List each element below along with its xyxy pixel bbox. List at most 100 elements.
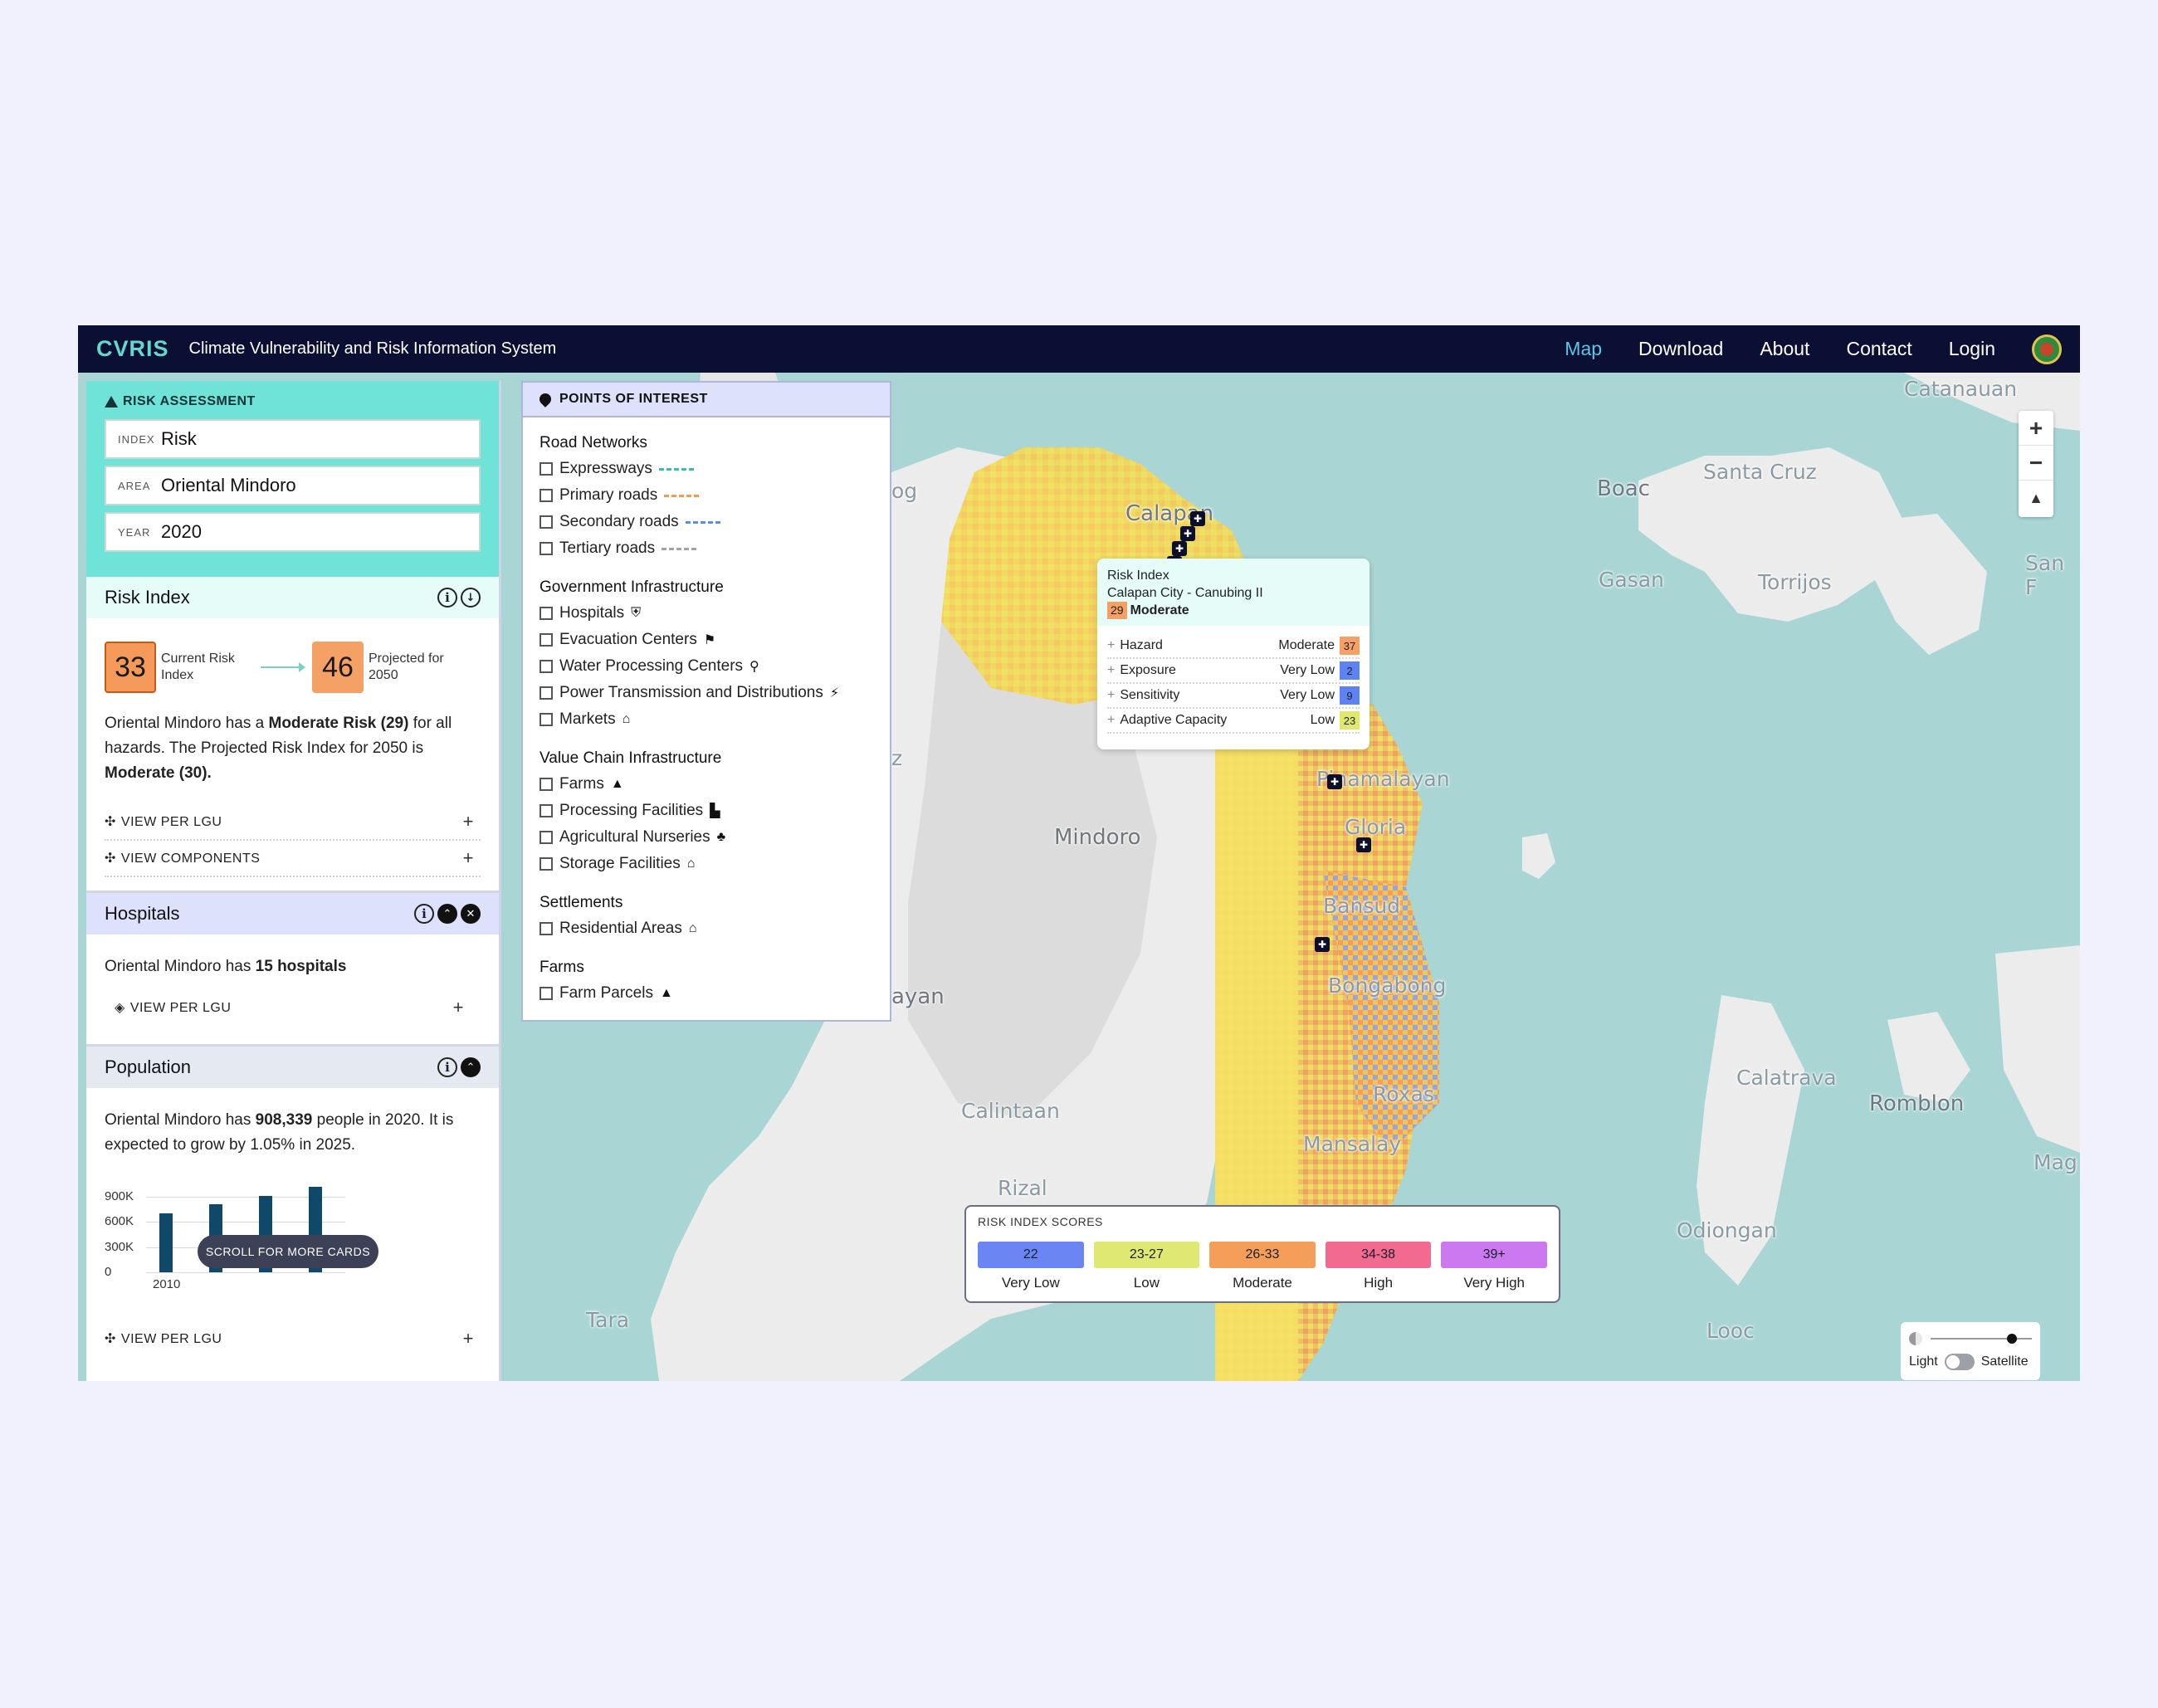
- nav-login[interactable]: Login: [1949, 338, 1995, 360]
- poi-checkbox-item[interactable]: Farm Parcels ▲: [540, 980, 873, 1007]
- hospital-marker-icon[interactable]: ✚: [1356, 837, 1371, 852]
- compass-north-button[interactable]: ▲: [2019, 481, 2053, 515]
- legend-title: RISK INDEX SCORES: [978, 1215, 1103, 1228]
- population-bar[interactable]: [159, 1213, 173, 1272]
- poi-type-icon: ⌂: [686, 856, 696, 871]
- nav-contact[interactable]: Contact: [1846, 338, 1911, 360]
- y-tick-label: 300K: [105, 1239, 134, 1254]
- opacity-slider-handle[interactable]: [2006, 1334, 2017, 1344]
- map-label-roxas: Roxas: [1373, 1082, 1434, 1106]
- checkbox[interactable]: [540, 462, 553, 476]
- poi-checkbox-item[interactable]: Farms ▲: [540, 771, 873, 798]
- map-label-odiongan: Odiongan: [1677, 1218, 1777, 1242]
- checkbox[interactable]: [540, 778, 553, 791]
- plus-icon: +: [1107, 713, 1116, 727]
- current-risk-badge: 33: [105, 642, 156, 693]
- legend-label: Very High: [1463, 1275, 1526, 1291]
- hospital-marker-icon[interactable]: ✚: [1180, 526, 1195, 541]
- checkbox[interactable]: [540, 857, 553, 871]
- legend-row: 22 Very Low 23-27 Low 26-33 Moderate 34-38 High…: [978, 1242, 1547, 1291]
- land-sibuyan: [1995, 945, 2080, 1153]
- poi-label: Residential Areas: [559, 920, 682, 937]
- tooltip-row-score: 23: [1340, 711, 1360, 730]
- y-tick-label: 900K: [105, 1189, 134, 1204]
- poi-checkbox-item[interactable]: Evacuation Centers ⚑: [540, 627, 873, 653]
- nav-about[interactable]: About: [1760, 338, 1809, 360]
- poi-checkbox-item[interactable]: Hospitals ⛨: [540, 600, 873, 627]
- poi-list: Road Networks Expressways Primary roads Sec…: [523, 434, 890, 1007]
- hospital-marker-icon[interactable]: ✚: [1190, 511, 1205, 526]
- zoom-in-button[interactable]: +: [2019, 411, 2053, 446]
- tooltip-row[interactable]: + Exposure Very Low 2: [1107, 659, 1360, 684]
- map-label-og: og: [891, 479, 918, 503]
- info-icon[interactable]: i: [414, 904, 434, 924]
- projected-risk-label: Projected for 2050: [369, 651, 444, 682]
- scroll-hint-pill[interactable]: SCROLL FOR MORE CARDS: [198, 1235, 378, 1268]
- poi-checkbox-item[interactable]: Processing Facilities ▙: [540, 798, 873, 824]
- legend-label: High: [1364, 1275, 1394, 1291]
- checkbox[interactable]: [540, 515, 553, 529]
- checkbox[interactable]: [540, 686, 553, 700]
- checkbox[interactable]: [540, 831, 553, 844]
- poi-group-title: Value Chain Infrastructure: [540, 749, 722, 767]
- year-select[interactable]: YEAR 2020: [105, 512, 481, 552]
- move-icon: ✣: [105, 1332, 116, 1346]
- area-select[interactable]: AREA Oriental Mindoro: [105, 466, 481, 505]
- tooltip-row[interactable]: + Sensitivity Very Low 9: [1107, 684, 1360, 709]
- poi-checkbox-item[interactable]: Storage Facilities ⌂: [540, 851, 873, 877]
- checkbox[interactable]: [540, 804, 553, 817]
- poi-label: Expressways: [559, 460, 652, 477]
- field-value: Oriental Mindoro: [161, 475, 296, 495]
- checkbox[interactable]: [540, 987, 553, 1000]
- hospital-marker-icon[interactable]: ✚: [1327, 774, 1342, 789]
- view-per-lgu-row[interactable]: ◈ VIEW PER LGU +: [115, 989, 471, 1026]
- poi-checkbox-item[interactable]: Residential Areas ⌂: [540, 915, 873, 942]
- nav-map[interactable]: Map: [1565, 338, 1602, 360]
- map-label-boac: Boac: [1597, 476, 1650, 501]
- poi-checkbox-item[interactable]: Secondary roads: [540, 509, 873, 535]
- population-description: Oriental Mindoro has 908,339 people in 2…: [86, 1088, 499, 1158]
- view-per-lgu-row[interactable]: ✣ VIEW PER LGU +: [105, 1320, 481, 1357]
- info-icon[interactable]: i: [437, 588, 457, 608]
- card-title: Risk Index: [105, 587, 190, 608]
- close-icon[interactable]: ✕: [461, 904, 481, 924]
- hospital-marker-icon[interactable]: ✚: [1172, 541, 1187, 556]
- poi-checkbox-item[interactable]: Agricultural Nurseries ♣: [540, 824, 873, 851]
- tooltip-row[interactable]: + Adaptive Capacity Low 23: [1107, 709, 1360, 734]
- checkbox[interactable]: [540, 922, 553, 935]
- poi-checkbox-item[interactable]: Markets ⌂: [540, 706, 873, 733]
- nav-download[interactable]: Download: [1638, 338, 1723, 360]
- risk-assessment-caption: RISK ASSESSMENT: [105, 394, 481, 409]
- poi-checkbox-item[interactable]: Expressways: [540, 456, 873, 482]
- view-components-row[interactable]: ✣ VIEW COMPONENTS +: [105, 841, 481, 877]
- poi-checkbox-item[interactable]: Tertiary roads: [540, 535, 873, 562]
- legend-swatch: 26-33: [1209, 1242, 1316, 1268]
- checkbox[interactable]: [540, 489, 553, 502]
- tooltip-row-score: 9: [1340, 686, 1360, 705]
- tooltip-row[interactable]: + Hazard Moderate 37: [1107, 634, 1360, 659]
- tooltip-place: Calapan City - Canubing II: [1107, 586, 1263, 600]
- view-per-lgu-row[interactable]: ✣ VIEW PER LGU +: [105, 804, 481, 841]
- zoom-out-button[interactable]: −: [2019, 446, 2053, 481]
- checkbox[interactable]: [540, 633, 553, 647]
- index-select[interactable]: INDEX Risk: [105, 419, 481, 459]
- chevron-up-icon[interactable]: ⌃: [461, 1057, 481, 1077]
- brand-logo[interactable]: CVRIS: [96, 336, 169, 362]
- checkbox[interactable]: [540, 607, 553, 620]
- download-icon[interactable]: ↓: [461, 588, 481, 608]
- poi-checkbox-item[interactable]: Water Processing Centers ⚲: [540, 653, 873, 680]
- map-label-mag: Mag: [2034, 1150, 2077, 1174]
- poi-checkbox-item[interactable]: Power Transmission and Distributions ⚡: [540, 680, 873, 706]
- checkbox[interactable]: [540, 660, 553, 673]
- hospital-marker-icon[interactable]: ✚: [1315, 937, 1330, 952]
- basemap-toggle[interactable]: [1944, 1354, 1975, 1370]
- legend-item: 26-33 Moderate: [1209, 1242, 1316, 1291]
- info-icon[interactable]: i: [437, 1057, 457, 1077]
- map-label-romblon: Romblon: [1869, 1091, 1965, 1116]
- opacity-slider[interactable]: [1931, 1334, 2032, 1344]
- checkbox[interactable]: [540, 713, 553, 726]
- chevron-up-icon[interactable]: ⌃: [437, 904, 457, 924]
- poi-checkbox-item[interactable]: Primary roads: [540, 482, 873, 509]
- checkbox[interactable]: [540, 542, 553, 555]
- province-seal-icon[interactable]: [2032, 334, 2062, 364]
